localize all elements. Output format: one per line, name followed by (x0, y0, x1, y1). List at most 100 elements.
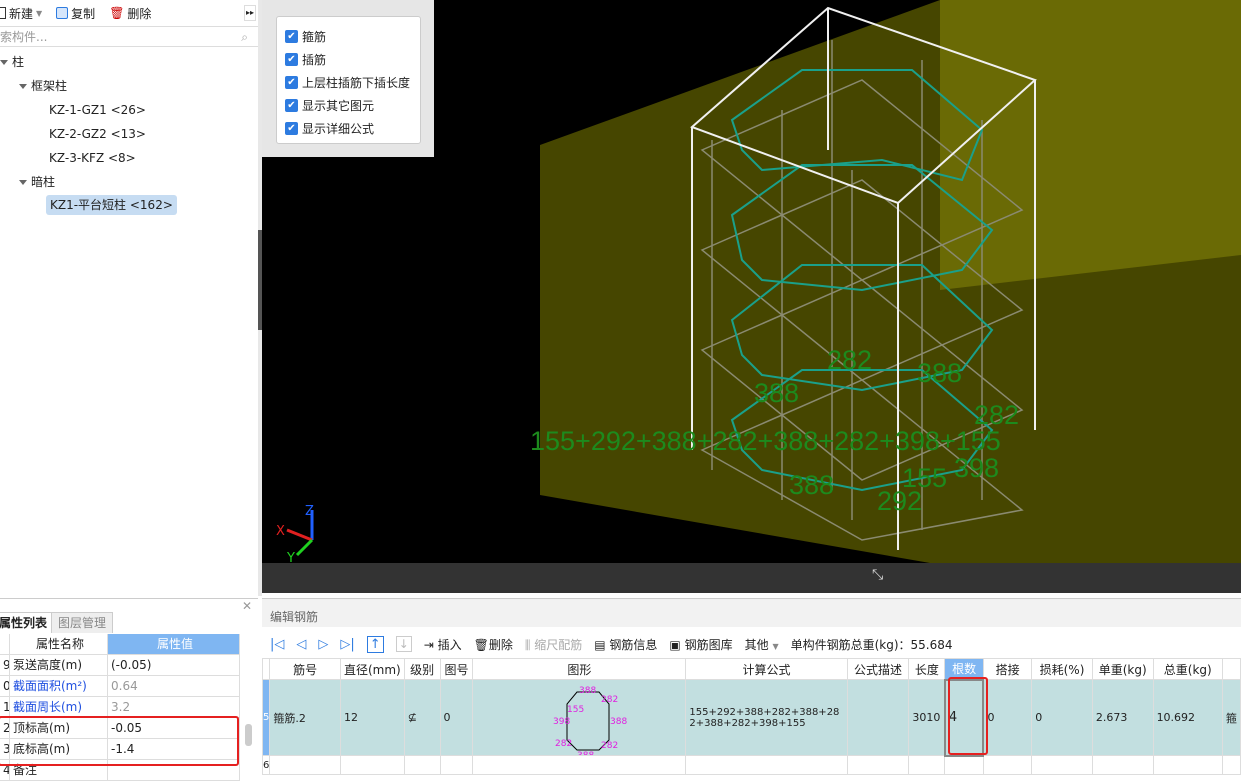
rebar-editor: 编辑钢筋 |◁ ◁ ▷ ▷| ↑ ↓ ⇥ 插入 🗑删除 ⫼ 缩尺配筋 ▤ 钢筋信… (261, 598, 1241, 783)
insert-button[interactable]: ⇥ 插入 (424, 636, 462, 653)
header-value: 属性值 (108, 634, 240, 654)
next-icon[interactable]: ▷ (318, 637, 328, 652)
col-header[interactable]: 筋号 (269, 658, 341, 680)
collapse-panel-icon[interactable]: ⤡ (872, 567, 883, 583)
expand-icon[interactable]: ▸▸ (244, 5, 256, 21)
new-icon (0, 7, 6, 19)
move-down-icon[interactable]: ↓ (395, 636, 412, 652)
rebar-info-button[interactable]: ▤ 钢筋信息 (594, 636, 657, 653)
search-input[interactable]: 索构件... ⌕ (0, 27, 258, 47)
tree-node-column[interactable]: 柱 (0, 52, 24, 72)
component-toolbar: 新建 ▼ 复制 🗑 删除 ▸▸ (0, 0, 258, 27)
scrollbar[interactable] (245, 724, 252, 746)
shape-label: 282 (555, 739, 572, 749)
copy-icon (56, 7, 69, 19)
col-header[interactable]: 损耗(%) (1031, 658, 1093, 680)
header-name: 属性名称 (10, 634, 108, 654)
viewport-bottom-bar: ⤡ (262, 563, 1241, 593)
move-up-icon[interactable]: ↑ (366, 635, 384, 653)
shape-label: 388 (579, 686, 596, 696)
rebar-table: 筋号 直径(mm) 级别 图号 图形 计算公式 公式描述 长度 根数 搭接 损耗… (261, 658, 1241, 775)
first-icon[interactable]: |◁ (270, 637, 284, 652)
dim-label: 388 (789, 470, 835, 500)
rebar-shape-cell[interactable]: 388 282 388 282 388 282 398 155 (472, 679, 687, 756)
prev-icon[interactable]: ◁ (296, 637, 306, 652)
option-stirrup[interactable]: ✔ 箍筋 (285, 25, 412, 48)
view-options-panel: ✔ 箍筋 ✔ 插筋 ✔ 上层柱插筋下插长度 ✔ 显示其它图元 ✔ 显示详细公式 (262, 0, 434, 157)
col-header[interactable]: 长度 (908, 658, 946, 680)
collapse-icon[interactable] (19, 180, 27, 185)
trash-icon: 🗑 (109, 6, 125, 20)
properties-panel: ✕ 属性列表 图层管理 属性名称 属性值 9 泵送高度(m) (-0.05) 0 截面面… (0, 598, 258, 783)
table-row[interactable]: 6 (261, 755, 1241, 775)
checkbox-checked-icon[interactable]: ✔ (285, 76, 298, 89)
property-row[interactable]: 1 截面周长(m) 3.2 (0, 697, 240, 718)
checkbox-checked-icon[interactable]: ✔ (285, 122, 298, 135)
checkbox-checked-icon[interactable]: ✔ (285, 30, 298, 43)
rebar-editor-title: 编辑钢筋 (262, 599, 1241, 627)
rebar-shape-diagram: 388 282 388 282 388 282 398 155 (553, 686, 627, 756)
search-icon[interactable]: ⌕ (241, 27, 248, 47)
table-row-selected[interactable]: 5 箍筋.2 12 ⊈ 0 388 282 388 282 388 282 39… (261, 678, 1241, 757)
shape-label: 282 (601, 741, 618, 751)
collapse-icon[interactable] (0, 60, 8, 65)
dim-label: 282 (974, 400, 1020, 430)
scale-rebar-button[interactable]: ⫼ 缩尺配筋 (525, 636, 582, 653)
dim-label: 292 (877, 486, 923, 516)
collapse-icon[interactable] (19, 84, 27, 89)
component-panel: 新建 ▼ 复制 🗑 删除 ▸▸ 索构件... ⌕ 柱 框架柱 KZ-1-GZ1 <26… (0, 0, 258, 596)
total-weight: 单构件钢筋总重(kg)：55.684 (790, 637, 953, 652)
tree-item[interactable]: KZ-2-GZ2 <13> (49, 124, 146, 144)
col-header[interactable]: 级别 (403, 658, 441, 680)
tree-node-hidden-column[interactable]: 暗柱 (19, 172, 55, 192)
rebar-library-button[interactable]: ▣ 钢筋图库 (669, 636, 732, 653)
property-row[interactable]: 9 泵送高度(m) (-0.05) (0, 655, 240, 676)
dim-label: 282 (827, 345, 873, 375)
chevron-down-icon: ▼ (772, 641, 779, 651)
shape-label: 282 (601, 695, 618, 705)
shape-label: 398 (553, 717, 570, 727)
property-row[interactable]: 0 截面面积(m²) 0.64 (0, 676, 240, 697)
tree-item-selected[interactable]: KZ1-平台短柱 <162> (46, 195, 177, 215)
dim-label: 388 (754, 378, 800, 408)
option-show-other[interactable]: ✔ 显示其它图元 (285, 94, 412, 117)
concrete-face-upper (940, 0, 1241, 290)
delete-button[interactable]: 🗑 删除 (109, 5, 151, 22)
tree-node-frame-column[interactable]: 框架柱 (19, 76, 67, 96)
table-header: 筋号 直径(mm) 级别 图号 图形 计算公式 公式描述 长度 根数 搭接 损耗… (261, 658, 1241, 680)
axis-gizmo: Z X Y (276, 504, 314, 563)
tab-layers[interactable]: 图层管理 (51, 612, 114, 633)
checkbox-checked-icon[interactable]: ✔ (285, 53, 298, 66)
copy-button[interactable]: 复制 (56, 5, 95, 22)
new-button[interactable]: 新建 ▼ (0, 5, 42, 22)
chevron-down-icon: ▼ (36, 8, 43, 18)
col-header[interactable]: 图号 (439, 658, 474, 680)
col-header[interactable]: 搭接 (982, 658, 1033, 680)
col-header[interactable]: 公式描述 (846, 658, 910, 680)
option-upper-dowel-length[interactable]: ✔ 上层柱插筋下插长度 (285, 71, 412, 94)
highlight-box (0, 716, 239, 766)
rebar-toolbar: |◁ ◁ ▷ ▷| ↑ ↓ ⇥ 插入 🗑删除 ⫼ 缩尺配筋 ▤ 钢筋信息 ▣ 钢… (262, 633, 953, 655)
option-show-formula[interactable]: ✔ 显示详细公式 (285, 117, 412, 140)
checkbox-checked-icon[interactable]: ✔ (285, 99, 298, 112)
axis-z-label: Z (305, 504, 314, 519)
dim-label-formula: 155+292+388+282+388+282+398+155 (530, 426, 1001, 456)
last-icon[interactable]: ▷| (340, 637, 354, 652)
dim-label: 388 (917, 358, 963, 388)
col-header[interactable]: 计算公式 (685, 658, 848, 680)
col-header[interactable]: 单重(kg) (1091, 658, 1154, 680)
axis-x-label: X (276, 524, 285, 539)
col-header[interactable]: 总重(kg) (1152, 658, 1223, 680)
tab-properties[interactable]: 属性列表 (0, 612, 55, 633)
delete-row-button[interactable]: 🗑删除 (474, 636, 513, 653)
other-dropdown[interactable]: 其他 ▼ (745, 636, 779, 653)
col-header[interactable]: 图形 (472, 658, 687, 680)
close-icon[interactable]: ✕ (242, 599, 252, 613)
shape-label: 388 (577, 751, 594, 756)
dim-label: 398 (954, 453, 1000, 483)
option-dowel[interactable]: ✔ 插筋 (285, 48, 412, 71)
col-header[interactable]: 直径(mm) (339, 658, 405, 680)
shape-label: 388 (610, 717, 627, 727)
tree-item[interactable]: KZ-1-GZ1 <26> (49, 100, 146, 120)
tree-item[interactable]: KZ-3-KFZ <8> (49, 148, 136, 168)
